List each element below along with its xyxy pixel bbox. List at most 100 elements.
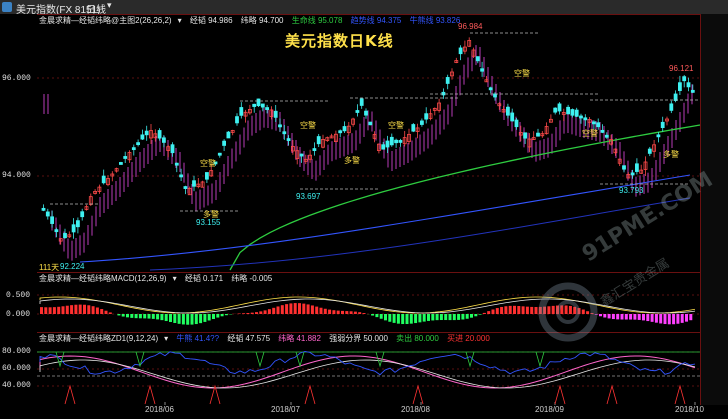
kdj-tick-60: 60.000 bbox=[2, 364, 31, 373]
candle bbox=[265, 107, 270, 110]
candle bbox=[678, 82, 682, 92]
macd-bar bbox=[530, 306, 534, 314]
macd-legend-weilue: 纬略 -0.005 bbox=[231, 274, 273, 283]
candle bbox=[140, 134, 145, 140]
candle bbox=[458, 47, 463, 55]
signal-label: 空警 bbox=[514, 69, 530, 78]
macd-bar bbox=[181, 314, 185, 325]
macd-bar bbox=[315, 306, 319, 314]
candle bbox=[660, 121, 665, 129]
trading-terminal: 美元指数(FX 8151) 日线 ▾ 金晨求精—经韬纬略@主图2(26,26,2… bbox=[0, 0, 728, 419]
signal-label: 多警 bbox=[203, 210, 219, 219]
macd-bar bbox=[173, 314, 177, 323]
candle bbox=[144, 130, 149, 136]
signal-label: 空警 bbox=[200, 159, 216, 168]
macd-bar bbox=[379, 314, 383, 319]
macd-bar bbox=[465, 314, 469, 319]
macd-bar bbox=[439, 314, 443, 321]
macd-legend-jingtao: 经韬 0.171 bbox=[184, 274, 224, 283]
legend-trendline: 趋势线 94.375 bbox=[350, 16, 402, 25]
macd-bar bbox=[95, 307, 99, 314]
candle bbox=[583, 117, 588, 121]
macd-bar bbox=[130, 314, 134, 318]
kdj-indicator-name[interactable]: 金晨求精—经韬纬略ZD1(9,12,24) bbox=[39, 334, 158, 343]
buy-signal bbox=[144, 384, 156, 405]
buy-signal bbox=[304, 384, 316, 405]
main-legend: 金晨求精—经韬纬略@主图2(26,26,2) ▾ 经韬 94.986 纬略 94.… bbox=[39, 15, 466, 26]
macd-bar bbox=[457, 314, 461, 320]
macd-bar bbox=[345, 311, 349, 314]
macd-bar bbox=[422, 314, 426, 322]
macd-bar bbox=[57, 306, 61, 314]
candle bbox=[480, 68, 485, 72]
candle bbox=[690, 89, 695, 93]
macd-bar bbox=[323, 308, 327, 314]
macd-bar bbox=[199, 314, 203, 324]
candle bbox=[574, 109, 579, 117]
candle bbox=[286, 138, 291, 141]
candle bbox=[119, 162, 123, 165]
kdj-legend-bullbear: 牛熊 41.4?? bbox=[176, 334, 220, 343]
candle bbox=[441, 91, 446, 96]
macd-bar bbox=[207, 314, 211, 321]
day-count-label: 111天 bbox=[39, 263, 60, 272]
candle bbox=[123, 156, 128, 159]
macd-bar bbox=[427, 314, 430, 321]
chart-canvas bbox=[37, 32, 701, 405]
macd-bar bbox=[470, 314, 473, 318]
chart-title: 美元指数日K线 bbox=[285, 32, 394, 50]
candle bbox=[419, 120, 424, 125]
macd-bar bbox=[482, 312, 486, 314]
candle bbox=[389, 136, 394, 146]
candle bbox=[488, 87, 493, 91]
macd-bar bbox=[525, 306, 529, 314]
macd-bar bbox=[409, 314, 413, 324]
candle bbox=[673, 93, 678, 101]
macd-bar bbox=[250, 312, 254, 314]
buy-signal bbox=[412, 384, 424, 405]
macd-bar bbox=[302, 303, 306, 314]
macd-bar bbox=[461, 314, 465, 320]
legend-weilue: 纬略 94.700 bbox=[240, 16, 284, 25]
candle bbox=[445, 77, 450, 84]
macd-bar bbox=[100, 309, 104, 314]
buy-signal bbox=[606, 384, 618, 405]
candle bbox=[596, 122, 601, 128]
kdj-tick-40: 40.000 bbox=[2, 381, 31, 390]
macd-bar bbox=[74, 304, 78, 314]
macd-bar bbox=[169, 314, 172, 323]
price-tick-94: 94.000 bbox=[2, 171, 31, 180]
macd-bar bbox=[276, 306, 280, 314]
macd-bar bbox=[190, 314, 194, 325]
legend-bullbear: 牛熊线 93.826 bbox=[409, 16, 461, 25]
candle bbox=[179, 174, 184, 178]
legend-lifeline: 生命线 95.078 bbox=[291, 16, 343, 25]
chevron-down-icon[interactable]: ▾ bbox=[164, 334, 168, 343]
macd-indicator-name[interactable]: 金晨求精—经韬纬略MACD(12,26,9) bbox=[39, 274, 167, 283]
macd-bar bbox=[328, 309, 332, 314]
macd-bar bbox=[52, 307, 56, 314]
legend-jingtao: 经韬 94.986 bbox=[189, 16, 233, 25]
watermark-logo: 91PME.COM 鑫汇宝贵金属 bbox=[538, 167, 717, 352]
candle bbox=[355, 110, 360, 113]
chevron-down-icon[interactable]: ▾ bbox=[178, 16, 182, 25]
candle bbox=[278, 124, 282, 128]
main-indicator-name[interactable]: 金晨求精—经韬纬略@主图2(26,26,2) bbox=[39, 16, 172, 25]
macd-bar bbox=[444, 314, 448, 321]
candle bbox=[514, 119, 519, 128]
low-label-2: 93.697 bbox=[296, 192, 321, 201]
buy-signal bbox=[64, 384, 76, 405]
buy-signal bbox=[554, 384, 566, 405]
macd-bar bbox=[78, 304, 82, 314]
candle bbox=[136, 142, 141, 146]
chevron-down-icon[interactable]: ▾ bbox=[173, 274, 177, 283]
macd-bar bbox=[285, 304, 289, 314]
candle bbox=[557, 103, 562, 112]
macd-bar bbox=[194, 314, 198, 325]
candle bbox=[316, 136, 321, 145]
macd-bar bbox=[212, 314, 215, 320]
macd-bar bbox=[384, 314, 387, 321]
macd-bar bbox=[362, 313, 366, 314]
candle bbox=[493, 93, 497, 98]
macd-bar bbox=[121, 314, 125, 317]
